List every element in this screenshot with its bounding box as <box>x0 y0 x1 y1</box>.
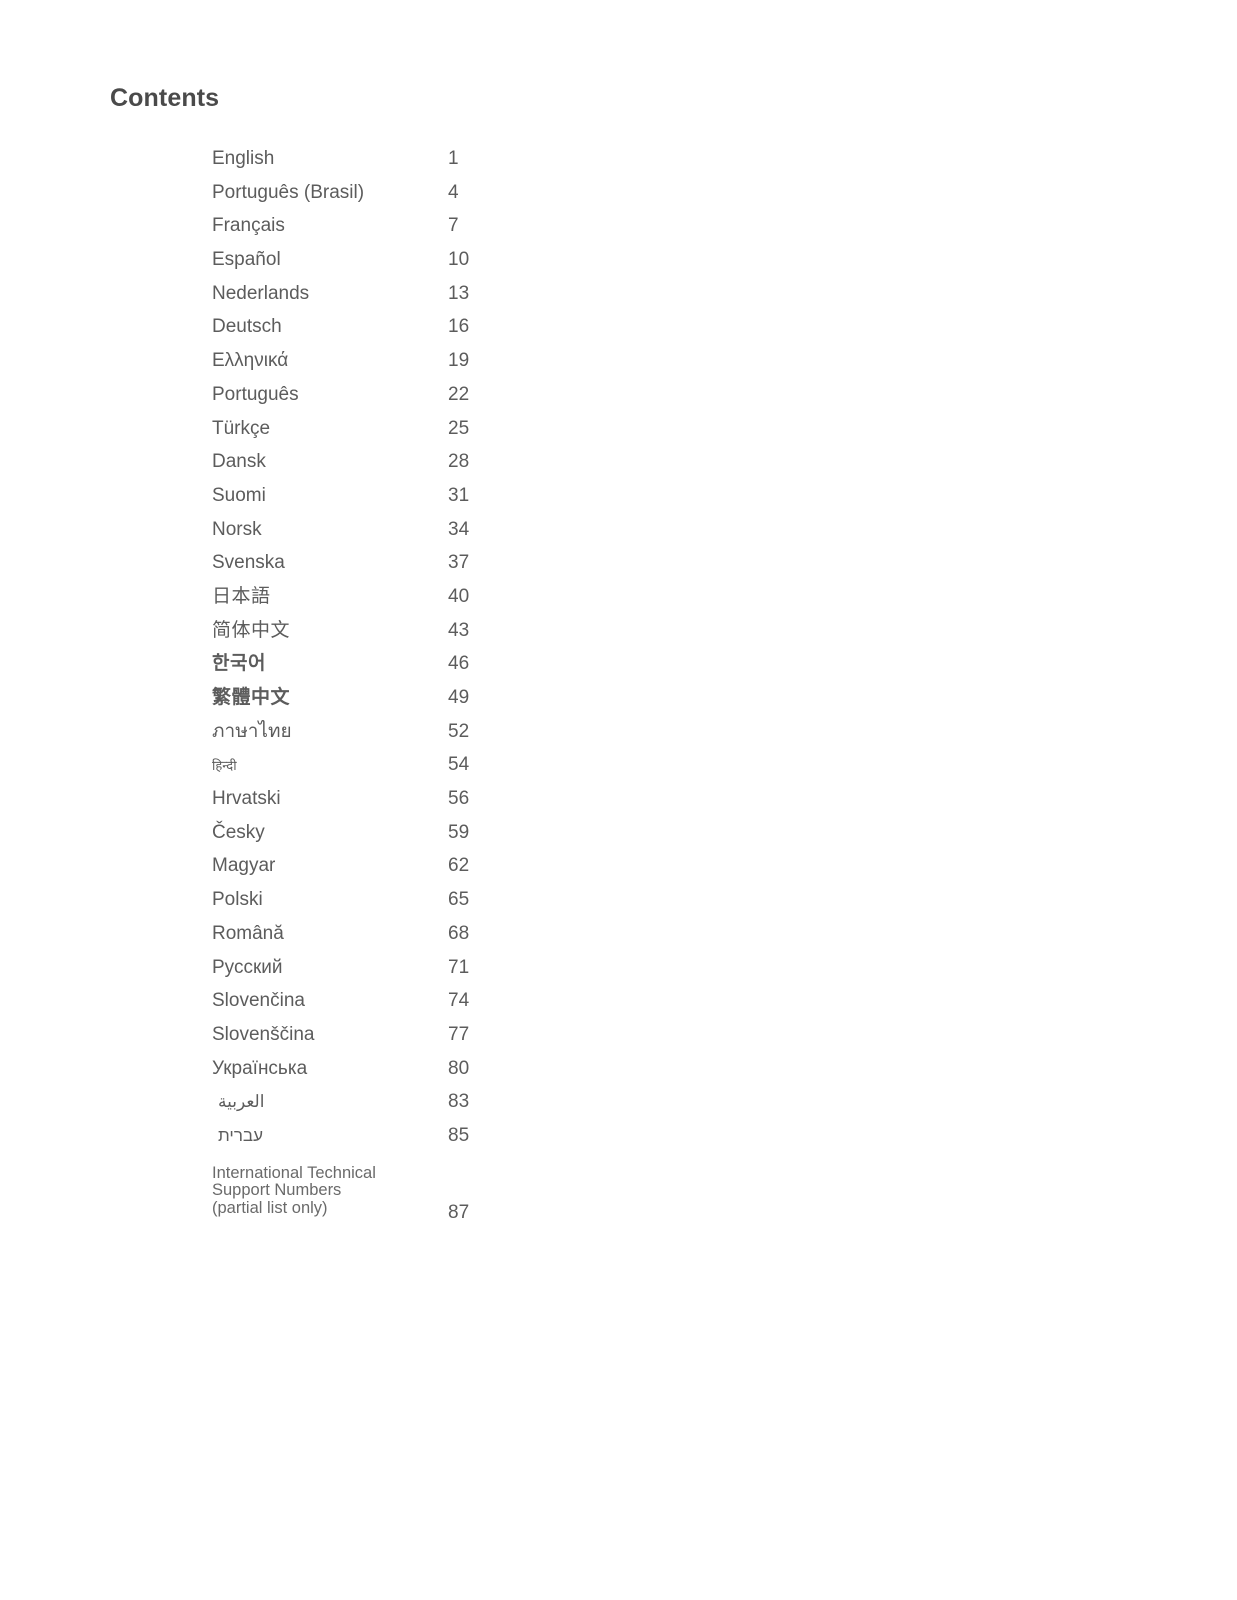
toc-entry-page-number: 7 <box>448 215 459 237</box>
toc-entry-label: Polski <box>212 889 263 911</box>
toc-entry[interactable]: Slovenščina 77 <box>212 1022 632 1056</box>
toc-entry[interactable]: Русский 71 <box>212 955 632 989</box>
toc-entry[interactable]: 简体中文 43 <box>212 618 632 652</box>
toc-entry-page-number: 1 <box>448 148 459 169</box>
toc-entry[interactable]: Deutsch 16 <box>212 314 632 348</box>
toc-entry-page-number: 54 <box>448 754 470 776</box>
toc-entry[interactable]: Hrvatski 56 <box>212 786 632 820</box>
toc-entry-label: Česky <box>212 821 265 843</box>
toc-entry[interactable]: Українська 80 <box>212 1056 632 1090</box>
toc-entry-page-number: 77 <box>448 1023 470 1045</box>
toc-entry-page-number: 25 <box>448 417 470 439</box>
toc-entry-label: ภาษาไทย <box>212 720 292 742</box>
toc-entry-page-number: 43 <box>448 619 470 641</box>
toc-entry-page-number: 19 <box>448 350 470 372</box>
document-page: Contents English 1 Português (Brasil) 4 Fran… <box>0 0 1237 1600</box>
toc-entry-label: English <box>212 148 275 169</box>
toc-entry-page-number: 85 <box>448 1124 470 1146</box>
toc-entry-label: Română <box>212 922 284 944</box>
toc-entry-label: Türkçe <box>212 417 271 439</box>
toc-entry[interactable]: Norsk 34 <box>212 517 632 551</box>
table-of-contents: English 1 Português (Brasil) 4 Français 7 Espa… <box>212 146 632 1223</box>
toc-entry-label: Español <box>212 249 281 271</box>
toc-entry-page-number: 74 <box>448 990 470 1012</box>
toc-entry-label: العربية <box>218 1092 265 1112</box>
toc-entry-page-number: 71 <box>448 956 470 978</box>
toc-entry[interactable]: Svenska 37 <box>212 550 632 584</box>
toc-entry-page-number: 13 <box>448 282 470 304</box>
toc-entry-label: Norsk <box>212 518 262 540</box>
toc-entry-page-number: 52 <box>448 720 470 742</box>
toc-entry[interactable]: International Technical Support Numbers … <box>212 1163 632 1223</box>
toc-entry-label: 한국어 <box>212 653 266 675</box>
toc-entry-page-number: 62 <box>448 855 470 877</box>
toc-entry[interactable]: Dansk 28 <box>212 449 632 483</box>
toc-entry-page-number: 16 <box>448 316 470 338</box>
toc-entry[interactable]: Português (Brasil) 4 <box>212 180 632 214</box>
toc-entry-label: Hrvatski <box>212 788 281 810</box>
page-title: Contents <box>110 84 220 112</box>
toc-entry-page-number: 80 <box>448 1057 470 1079</box>
toc-entry[interactable]: हिन्दी 54 <box>212 752 632 786</box>
toc-entry[interactable]: Suomi 31 <box>212 483 632 517</box>
toc-entry-page-number: 37 <box>448 552 470 574</box>
toc-entry[interactable]: Česky 59 <box>212 820 632 854</box>
toc-entry-label: हिन्दी <box>212 758 237 774</box>
toc-entry[interactable]: Polski 65 <box>212 887 632 921</box>
toc-entry-label: Português <box>212 383 299 405</box>
toc-entry[interactable]: Nederlands 13 <box>212 281 632 315</box>
toc-entry-page-number: 10 <box>448 249 470 271</box>
toc-entry-page-number: 46 <box>448 653 470 675</box>
toc-entry[interactable]: Magyar 62 <box>212 853 632 887</box>
toc-entry-label: Slovenščina <box>212 1023 315 1045</box>
toc-entry-label: Українська <box>212 1057 308 1079</box>
toc-entry-page-number: 49 <box>448 687 470 708</box>
toc-entry-page-number: 65 <box>448 889 470 911</box>
toc-entry-page-number: 4 <box>448 181 459 203</box>
toc-entry-page-number: 28 <box>448 451 470 473</box>
toc-entry-label: Slovenčina <box>212 990 305 1012</box>
toc-entry-label: Deutsch <box>212 316 282 338</box>
toc-entry[interactable]: Türkçe 25 <box>212 416 632 450</box>
toc-entry[interactable]: Slovenčina 74 <box>212 988 632 1022</box>
toc-entry[interactable]: Ελληνικά 19 <box>212 348 632 382</box>
toc-entry[interactable]: 한국어 46 <box>212 651 632 685</box>
toc-entry-label: Suomi <box>212 484 266 506</box>
toc-entry-label: 简体中文 <box>212 619 291 641</box>
toc-entry-label: 繁體中文 <box>212 687 291 708</box>
toc-entry-label: International Technical Support Numbers … <box>212 1163 376 1217</box>
toc-entry-label: 日本語 <box>212 585 271 607</box>
toc-entry[interactable]: Español 10 <box>212 247 632 281</box>
toc-entry-page-number: 83 <box>448 1091 470 1113</box>
toc-entry[interactable]: 日本語 40 <box>212 584 632 618</box>
toc-entry-page-number: 87 <box>448 1201 470 1223</box>
toc-entry-label: Русский <box>212 956 283 978</box>
toc-entry-page-number: 22 <box>448 383 470 405</box>
toc-entry[interactable]: Português 22 <box>212 382 632 416</box>
toc-entry-label: Français <box>212 215 285 237</box>
toc-entry-page-number: 34 <box>448 518 470 540</box>
toc-entry-label: Dansk <box>212 451 266 473</box>
toc-entry-label: Ελληνικά <box>212 350 289 372</box>
toc-entry[interactable]: עברית 85 <box>212 1123 632 1157</box>
toc-entry-label: Português (Brasil) <box>212 181 365 203</box>
toc-entry[interactable]: Română 68 <box>212 921 632 955</box>
toc-entry-page-number: 59 <box>448 821 470 843</box>
toc-entry[interactable]: 繁體中文 49 <box>212 685 632 719</box>
toc-entry-label: Svenska <box>212 552 285 574</box>
toc-entry[interactable]: Français 7 <box>212 213 632 247</box>
toc-entry-page-number: 56 <box>448 788 470 810</box>
toc-entry[interactable]: English 1 <box>212 146 632 180</box>
toc-entry-label: Nederlands <box>212 282 310 304</box>
toc-entry-page-number: 68 <box>448 922 470 944</box>
toc-entry[interactable]: العربية 83 <box>212 1089 632 1123</box>
toc-entry[interactable]: ภาษาไทย 52 <box>212 719 632 753</box>
toc-entry-label: Magyar <box>212 855 276 877</box>
toc-entry-label: עברית <box>218 1125 263 1145</box>
toc-entry-page-number: 31 <box>448 484 470 506</box>
toc-entry-page-number: 40 <box>448 585 470 607</box>
